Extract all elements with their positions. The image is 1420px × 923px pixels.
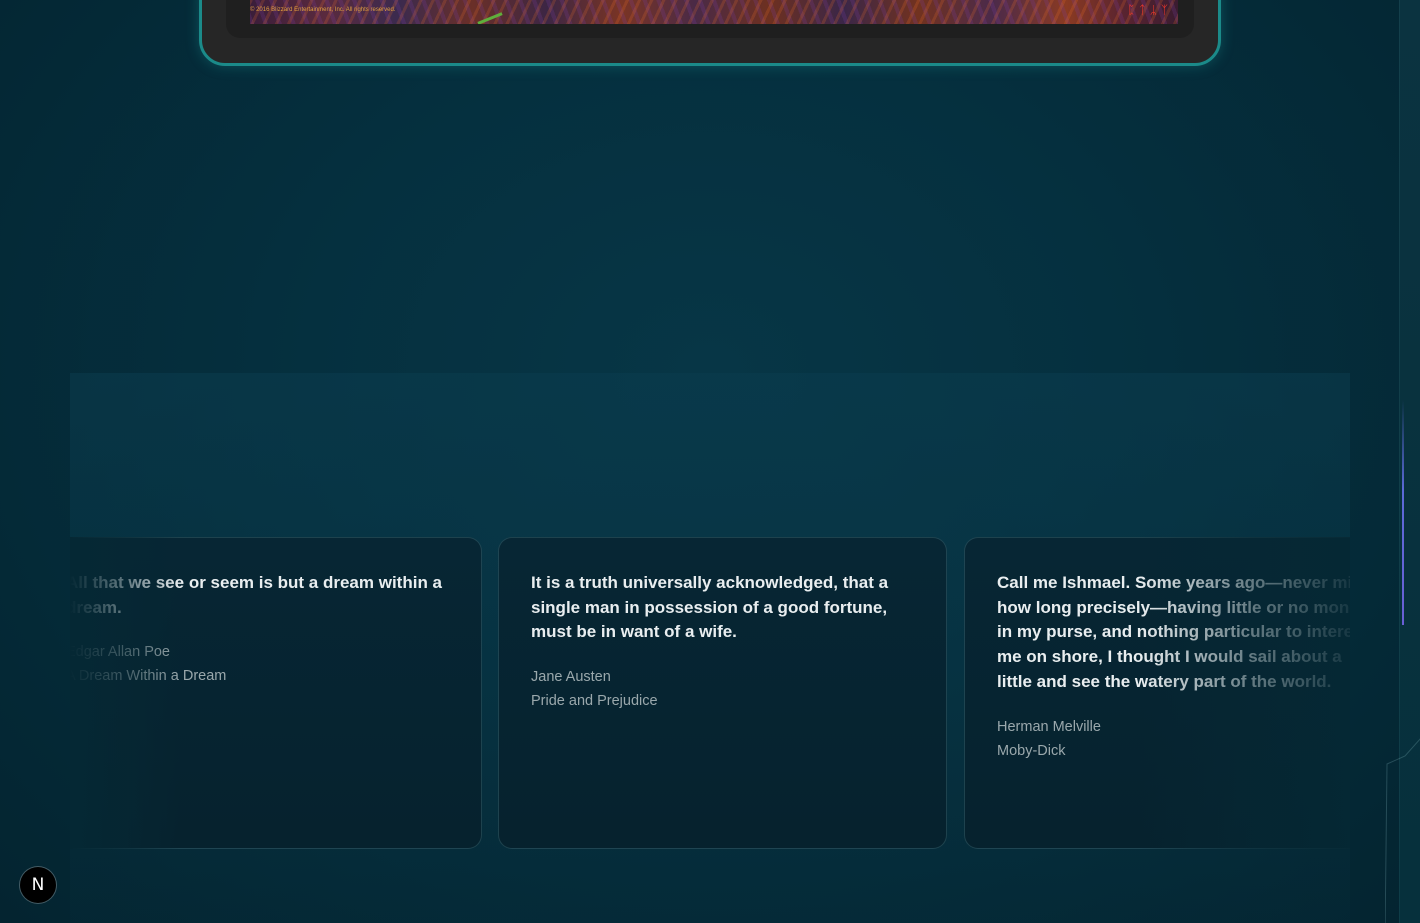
quote-text: Call me Ishmael. Some years ago—never mi… [997,573,1350,691]
quote-source: Moby-Dick [997,742,1066,759]
quote-author: Jane Austen [531,669,611,686]
quote-card: Call me Ishmael. Some years ago—never mi… [964,537,1350,849]
quote-author: Edgar Allan Poe [70,644,170,661]
quote-card: It is a truth universally acknowledged, … [498,537,947,849]
hero-image-container: © 2016 Blizzard Entertainment, Inc. All … [226,0,1194,38]
quote-text: It is a truth universally acknowledged, … [531,573,889,642]
badge-label: N [31,875,45,895]
side-rail-accent [1402,400,1404,625]
hero-logo-mark: ᛈ ᛏ ᛦ ᛉ [1127,3,1168,17]
hero-copyright-text: © 2016 Blizzard Entertainment, Inc. All … [250,7,396,13]
hero-leaf-decoration [477,12,503,24]
quote-card: All that we see or seem is but a dream w… [70,537,482,849]
testimonials-marquee: All that we see or seem is but a dream w… [70,537,1350,849]
hero-artwork-image: © 2016 Blizzard Entertainment, Inc. All … [250,0,1178,24]
page: © 2016 Blizzard Entertainment, Inc. All … [0,0,1420,923]
quote-source: Pride and Prejudice [531,693,658,710]
quote-source: A Dream Within a Dream [70,668,227,685]
quote-text: All that we see or seem is but a dream w… [70,573,443,617]
hero-image-frame: © 2016 Blizzard Entertainment, Inc. All … [199,0,1221,66]
quote-author: Herman Melville [997,718,1101,735]
side-bracket-decoration [1385,738,1420,923]
nextjs-logo-icon[interactable]: N [20,867,56,903]
